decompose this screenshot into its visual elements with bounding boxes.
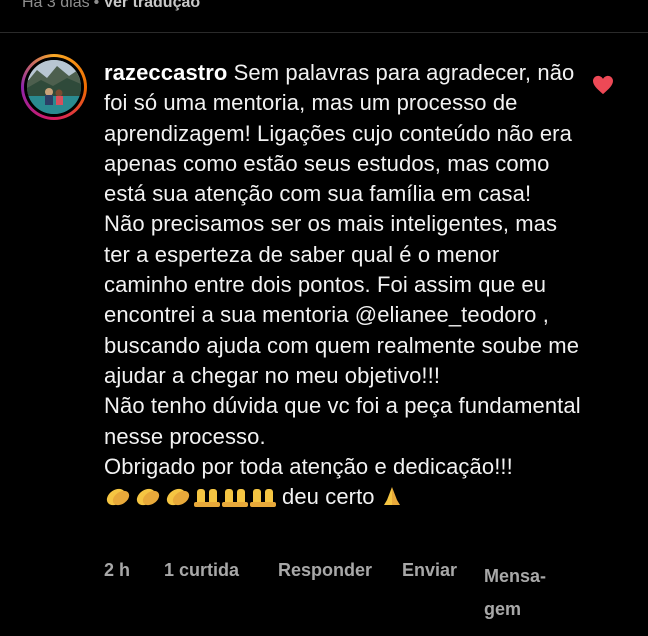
reply-button[interactable]: Responder [278, 560, 372, 581]
raised-hands-icon [222, 489, 248, 508]
comment-text-6: deu certo [282, 484, 375, 510]
comment-paragraph: razeccastro Sem palavras para agradecer,… [104, 58, 584, 209]
avatar-photo [27, 60, 81, 114]
previous-comment-meta: Há 3 dias • Ver tradução [22, 0, 200, 12]
see-translation-link[interactable]: Ver tradução [103, 0, 200, 11]
clapping-hands-icon [166, 489, 190, 506]
avatar-image [27, 60, 81, 114]
time-ago: Há 3 dias [22, 0, 90, 11]
separator-dot: • [93, 0, 100, 11]
previous-comment-footer: Há 3 dias • Ver tradução [0, 0, 648, 33]
comment-text-4: Não tenho dúvida que vc foi a peça funda… [104, 393, 581, 449]
send-button[interactable]: Enviar [402, 560, 457, 581]
comment-text-5: Obrigado por toda atenção e dedicação!!! [104, 453, 513, 479]
clapping-hands-icon [106, 489, 130, 506]
like-heart-icon[interactable] [592, 75, 614, 95]
comment-username[interactable]: razeccastro [104, 60, 227, 85]
folded-hands-icon [383, 487, 400, 506]
comment-paragraph: Não precisamos ser os mais inteligentes,… [104, 209, 584, 391]
comment-body: razeccastro Sem palavras para agradecer,… [104, 58, 584, 512]
clapping-hands-icon [136, 489, 160, 506]
comment-paragraph: Não tenho dúvida que vc foi a peça funda… [104, 391, 584, 452]
emoji-row [104, 484, 276, 508]
raised-hands-icon [250, 489, 276, 508]
mention-link[interactable]: @elianee_teodoro [355, 302, 537, 327]
message-button[interactable]: Mensa-gem [484, 560, 554, 626]
comment-paragraph: deu certo [104, 482, 584, 512]
raised-hands-icon [194, 489, 220, 508]
comment: razeccastro Sem palavras para agradecer,… [0, 33, 648, 636]
likes-count[interactable]: 1 curtida [164, 560, 239, 581]
avatar[interactable] [21, 54, 87, 120]
comment-paragraph: Obrigado por toda atenção e dedicação!!! [104, 452, 584, 482]
comment-time: 2 h [104, 560, 131, 580]
